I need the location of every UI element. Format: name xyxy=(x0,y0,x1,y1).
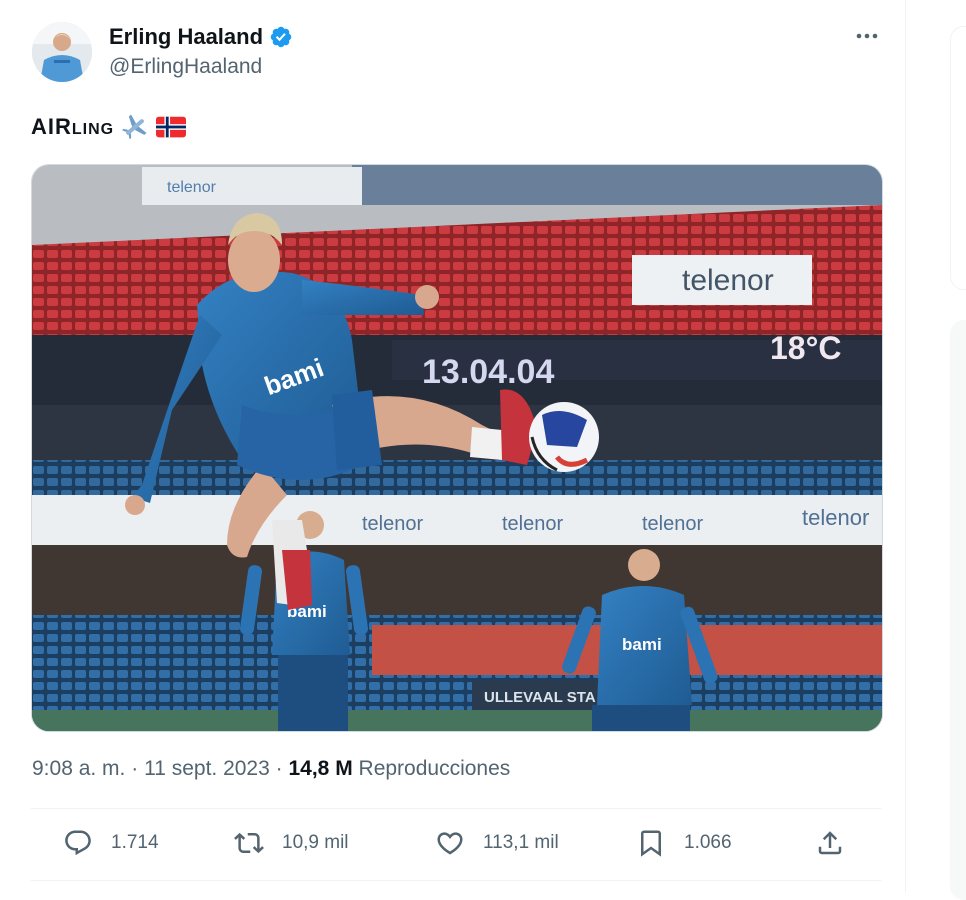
share-button[interactable] xyxy=(815,828,845,858)
bookmark-icon xyxy=(641,830,661,857)
sidebar-card xyxy=(950,320,966,900)
photo-football-stadium: telenor telenor 13.04.04 18°C telenor te… xyxy=(32,165,882,731)
share-icon xyxy=(818,831,842,855)
author-name-row: Erling Haaland xyxy=(109,24,293,50)
like-button[interactable]: 113,1 mil xyxy=(435,828,559,858)
views-label: Reproducciones xyxy=(358,757,511,780)
norway-flag-emoji-icon xyxy=(156,116,187,138)
sidebar-card xyxy=(950,26,966,290)
retweet-count: 10,9 mil xyxy=(282,832,349,853)
verified-badge-icon xyxy=(270,26,292,48)
retweet-button[interactable]: 10,9 mil xyxy=(234,828,349,858)
more-options-icon[interactable] xyxy=(854,26,880,46)
author-handle[interactable]: @ErlingHaaland xyxy=(109,55,262,79)
views-count: 14,8 M xyxy=(288,757,353,780)
like-count: 113,1 mil xyxy=(483,832,559,853)
divider xyxy=(31,880,881,881)
avatar-image xyxy=(32,22,92,82)
meta-separator: · xyxy=(131,757,139,780)
bookmark-count: 1.066 xyxy=(684,832,732,853)
avatar[interactable] xyxy=(32,22,92,82)
reply-button[interactable]: 1.714 xyxy=(63,828,159,858)
bookmark-button[interactable]: 1.066 xyxy=(636,828,732,858)
heart-icon xyxy=(437,832,463,855)
tweet-detail: Erling Haaland @ErlingHaaland AIRLING te… xyxy=(0,0,906,892)
tweet-media-photo[interactable]: telenor telenor 13.04.04 18°C telenor te… xyxy=(31,164,883,732)
tweet-text-content: AIRLING xyxy=(31,114,115,139)
tweet-date[interactable]: 11 sept. 2023 xyxy=(144,757,270,780)
meta-separator: · xyxy=(275,757,283,780)
reply-count: 1.714 xyxy=(111,832,159,853)
airplane-emoji-icon xyxy=(122,114,147,140)
divider xyxy=(31,808,881,809)
reply-icon xyxy=(65,830,91,856)
author-name[interactable]: Erling Haaland xyxy=(109,24,263,50)
retweet-icon xyxy=(234,832,264,854)
tweet-time[interactable]: 9:08 a. m. xyxy=(32,757,125,780)
tweet-text: AIRLING xyxy=(31,113,187,141)
tweet-timestamp-views: 9:08 a. m. · 11 sept. 2023 · 14,8 M Repr… xyxy=(32,757,510,781)
